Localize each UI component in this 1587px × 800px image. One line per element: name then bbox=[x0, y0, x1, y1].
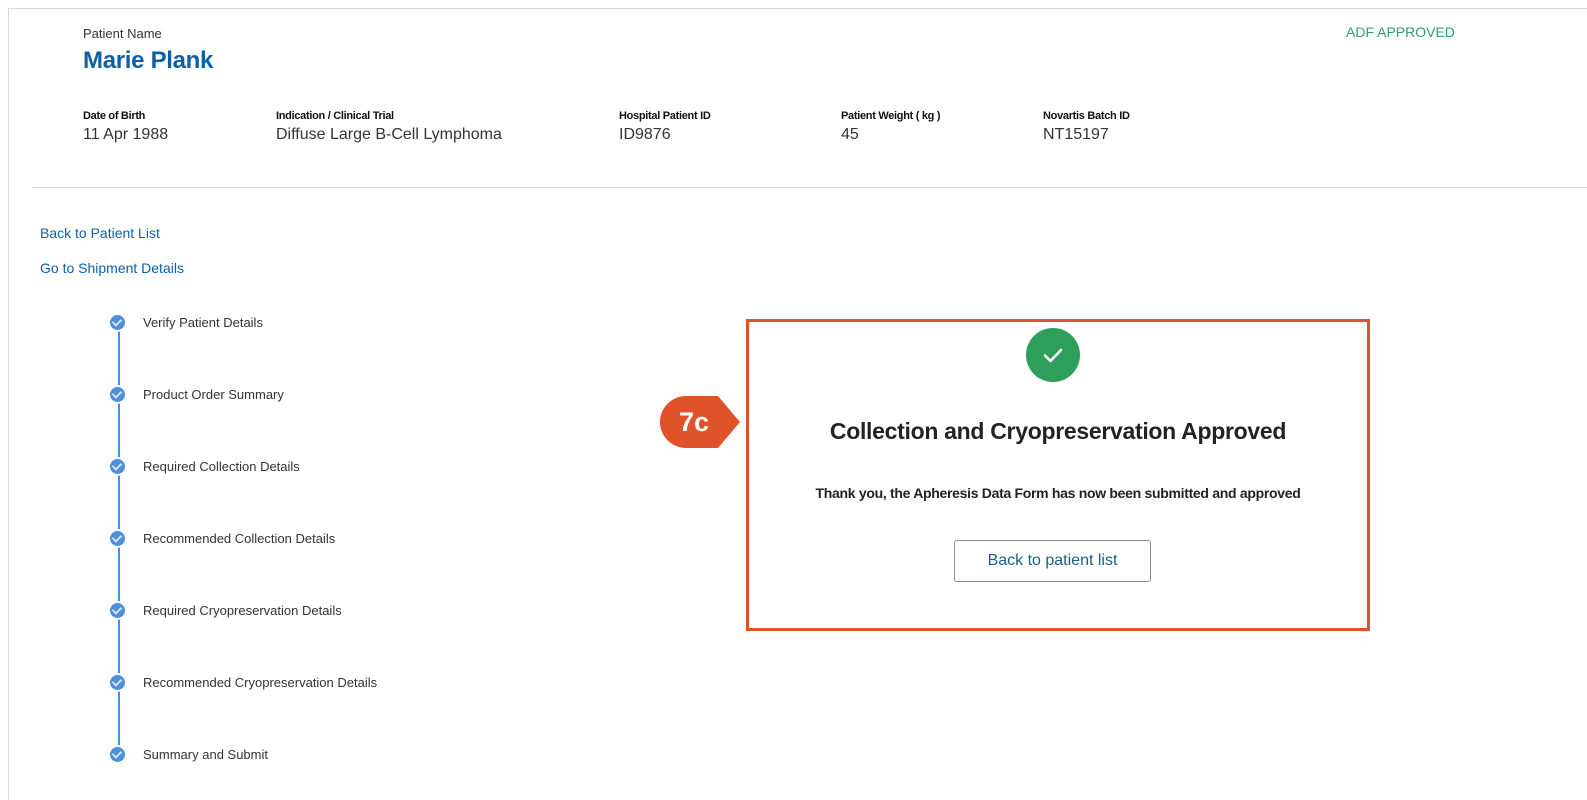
field-indication: Indication / Clinical Trial Diffuse Larg… bbox=[276, 110, 502, 144]
check-dot-icon bbox=[110, 530, 125, 546]
field-label: Hospital Patient ID bbox=[619, 110, 711, 122]
step-required-cryopreservation-details[interactable]: Required Cryopreservation Details bbox=[110, 600, 342, 620]
step-summary-and-submit[interactable]: Summary and Submit bbox=[110, 744, 268, 764]
field-label: Indication / Clinical Trial bbox=[276, 110, 394, 122]
step-product-order-summary[interactable]: Product Order Summary bbox=[110, 384, 284, 404]
step-label: Verify Patient Details bbox=[143, 314, 263, 330]
field-value: NT15197 bbox=[1043, 126, 1109, 143]
status-badge: ADF APPROVED bbox=[1346, 24, 1455, 40]
check-dot-icon bbox=[110, 386, 125, 402]
step-label: Product Order Summary bbox=[143, 386, 284, 402]
step-label: Required Collection Details bbox=[143, 458, 300, 474]
step-label: Recommended Collection Details bbox=[143, 530, 336, 546]
field-batch-id: Novartis Batch ID NT15197 bbox=[1043, 110, 1130, 144]
checkmark-circle-icon bbox=[1026, 328, 1080, 382]
check-dot-icon bbox=[110, 746, 125, 762]
patient-name-label: Patient Name bbox=[83, 26, 162, 41]
field-value: Diffuse Large B-Cell Lymphoma bbox=[276, 126, 502, 143]
confirmation-message: Thank you, the Apheresis Data Form has n… bbox=[815, 485, 1301, 501]
step-label: Summary and Submit bbox=[143, 746, 268, 762]
field-value: 11 Apr 1988 bbox=[83, 126, 169, 143]
go-to-shipment-details-link[interactable]: Go to Shipment Details bbox=[40, 260, 184, 276]
field-date-of-birth: Date of Birth 11 Apr 1988 bbox=[83, 110, 168, 144]
confirmation-title: Collection and Cryopreservation Approved bbox=[829, 418, 1287, 444]
field-label: Novartis Batch ID bbox=[1043, 110, 1130, 122]
field-label: Patient Weight ( kg ) bbox=[841, 110, 941, 122]
check-dot-icon bbox=[110, 602, 125, 618]
field-patient-weight: Patient Weight ( kg ) 45 bbox=[841, 110, 941, 144]
back-to-patient-list-link[interactable]: Back to Patient List bbox=[40, 225, 160, 241]
step-recommended-cryopreservation-details[interactable]: Recommended Cryopreservation Details bbox=[110, 672, 377, 692]
step-label: Required Cryopreservation Details bbox=[143, 602, 342, 618]
check-dot-icon bbox=[110, 674, 125, 690]
annotation-label: 7c bbox=[678, 406, 710, 437]
patient-name: Marie Plank bbox=[83, 47, 214, 74]
step-verify-patient-details[interactable]: Verify Patient Details bbox=[110, 312, 263, 332]
step-recommended-collection-details[interactable]: Recommended Collection Details bbox=[110, 528, 335, 548]
field-value: ID9876 bbox=[619, 126, 671, 143]
field-hospital-patient-id: Hospital Patient ID ID9876 bbox=[619, 110, 711, 144]
check-dot-icon bbox=[110, 314, 125, 330]
header-divider bbox=[32, 187, 1587, 188]
check-dot-icon bbox=[110, 458, 125, 474]
back-to-patient-list-button[interactable]: Back to patient list bbox=[954, 540, 1151, 582]
field-label: Date of Birth bbox=[83, 110, 146, 122]
field-value: 45 bbox=[841, 126, 859, 143]
step-label: Recommended Cryopreservation Details bbox=[143, 674, 378, 690]
step-required-collection-details[interactable]: Required Collection Details bbox=[110, 456, 300, 476]
